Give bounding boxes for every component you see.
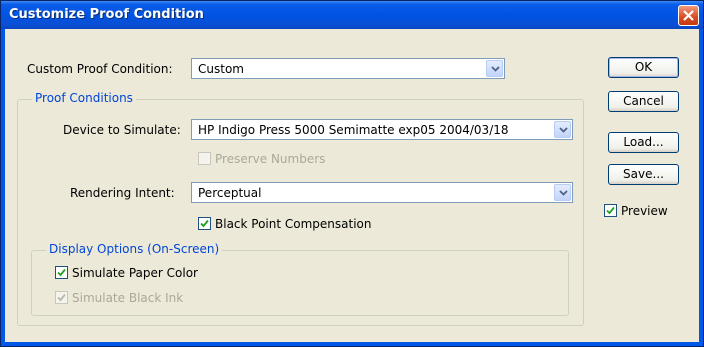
preserve-numbers-label: Preserve Numbers: [215, 152, 326, 166]
proof-conditions-legend: Proof Conditions: [32, 91, 136, 105]
device-to-simulate-select[interactable]: HP Indigo Press 5000 Semimatte exp05 200…: [191, 119, 573, 140]
rendering-intent-select[interactable]: Perceptual: [191, 182, 573, 203]
checkbox-box: [198, 152, 211, 165]
title-bar[interactable]: Customize Proof Condition: [1, 1, 703, 29]
simulate-paper-color-label: Simulate Paper Color: [72, 266, 198, 280]
display-options-group: [31, 250, 569, 316]
simulate-black-ink-label: Simulate Black Ink: [72, 291, 184, 305]
cancel-button[interactable]: Cancel: [608, 91, 679, 112]
device-to-simulate-value: HP Indigo Press 5000 Semimatte exp05 200…: [198, 123, 509, 137]
close-icon: [683, 10, 694, 21]
display-options-legend: Display Options (On-Screen): [46, 242, 223, 256]
checkbox-box: [198, 217, 211, 230]
rendering-intent-value: Perceptual: [198, 186, 262, 200]
dialog-window: Customize Proof Condition Custom Proof C…: [0, 0, 704, 347]
save-button[interactable]: Save...: [608, 164, 679, 185]
dropdown-button[interactable]: [554, 184, 571, 201]
checkbox-box: [55, 291, 68, 304]
chevron-down-icon: [559, 190, 568, 196]
chevron-down-icon: [559, 127, 568, 133]
checkbox-box: [55, 266, 68, 279]
preview-label: Preview: [621, 204, 668, 218]
dropdown-button[interactable]: [554, 121, 571, 138]
checkmark-icon: [57, 293, 66, 302]
custom-proof-condition-label: Custom Proof Condition:: [27, 62, 173, 76]
checkmark-icon: [57, 268, 66, 277]
device-to-simulate-label: Device to Simulate:: [63, 123, 181, 137]
custom-proof-condition-value: Custom: [198, 62, 244, 76]
custom-proof-condition-select[interactable]: Custom: [191, 58, 505, 79]
window-title: Customize Proof Condition: [9, 7, 204, 22]
checkmark-icon: [606, 206, 615, 215]
checkmark-icon: [200, 219, 209, 228]
ok-button[interactable]: OK: [608, 57, 679, 78]
chevron-down-icon: [491, 66, 500, 72]
black-point-compensation-label: Black Point Compensation: [215, 217, 372, 231]
load-button[interactable]: Load...: [608, 132, 679, 153]
checkbox-box: [604, 204, 617, 217]
dialog-body: Custom Proof Condition: Custom Proof Con…: [5, 29, 699, 342]
rendering-intent-label: Rendering Intent:: [70, 186, 175, 200]
dropdown-button[interactable]: [486, 60, 503, 77]
close-button[interactable]: [678, 5, 699, 26]
